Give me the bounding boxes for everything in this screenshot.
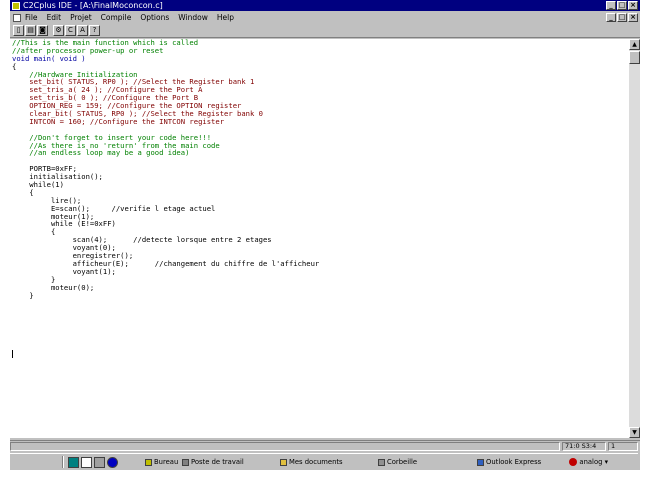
code-editor[interactable]: //This is the main function which is cal… <box>10 39 629 438</box>
code-line: } <box>12 274 56 284</box>
status-message <box>10 442 560 451</box>
code-line: initialisation(); <box>12 172 103 182</box>
scroll-thumb[interactable] <box>629 51 640 64</box>
task-label: Mes documents <box>289 458 343 466</box>
task-label: Poste de travail <box>191 458 244 466</box>
close-button[interactable]: × <box>628 1 638 10</box>
recycle-bin-icon <box>378 458 385 466</box>
a-button[interactable]: A <box>77 25 88 36</box>
scroll-down-icon[interactable]: ▼ <box>629 427 640 438</box>
code-line: PORTB=0xFF; <box>12 164 77 174</box>
show-desktop-icon[interactable] <box>68 456 79 468</box>
menu-bar: File Edit Projet Compile Options Window … <box>10 12 640 23</box>
window-title: C2Cplus IDE - [A:\FinalMoconcon.c] <box>23 0 163 10</box>
code-line: } <box>12 290 34 300</box>
window-controls: _ □ × <box>606 1 638 10</box>
vertical-scrollbar[interactable]: ▲ ▼ <box>629 39 640 438</box>
task-outlook-express[interactable]: Outlook Express <box>477 456 547 468</box>
edit-mode: 1 <box>608 442 638 451</box>
code-line: //after processor power-up or reset <box>12 45 164 55</box>
taskbar: Bureau Poste de travail Mes documents Co… <box>10 453 638 470</box>
task-my-computer[interactable]: Poste de travail <box>182 456 246 468</box>
task-label: Outlook Express <box>486 458 542 466</box>
menu-options[interactable]: Options <box>140 13 169 22</box>
menu-file[interactable]: File <box>25 13 38 22</box>
folder-icon <box>280 458 287 466</box>
tray-app-icon[interactable] <box>569 458 578 466</box>
desktop-icon <box>145 458 152 466</box>
task-recycle-bin[interactable]: Corbeille <box>378 456 433 468</box>
tray-label[interactable]: analog <box>579 458 602 466</box>
window-icon[interactable] <box>81 456 92 468</box>
open-file-icon[interactable]: ▤ <box>25 25 36 36</box>
task-label: Corbeille <box>387 458 418 466</box>
menu-help[interactable]: Help <box>217 13 234 22</box>
code-line: { <box>12 187 34 197</box>
build-tools: ⚙ C A ? <box>53 25 101 36</box>
save-file-icon[interactable]: ◙ <box>37 25 48 36</box>
menu-compile[interactable]: Compile <box>101 13 132 22</box>
task-my-documents[interactable]: Mes documents <box>280 456 350 468</box>
toolbar: ▯ ▤ ◙ ⚙ C A ? <box>10 24 640 38</box>
c-button[interactable]: C <box>65 25 76 36</box>
tray-chevron-icon[interactable]: ▾ <box>602 458 608 466</box>
code-line: INTCON = 160; //Configure the INTCON reg… <box>12 116 225 126</box>
cursor-position: 71:0 S3:4 <box>562 442 606 451</box>
status-bar: 71:0 S3:4 1 <box>10 440 640 451</box>
title-bar[interactable]: C2Cplus IDE - [A:\FinalMoconcon.c] _ □ × <box>10 0 640 11</box>
text-cursor <box>12 350 13 358</box>
code-line: while(1) <box>12 180 64 190</box>
code-line: E=scan(); //verifie l etage actuel <box>12 203 216 213</box>
code-text: //This is the main function which is cal… <box>10 39 629 299</box>
doc-close-button[interactable]: × <box>628 13 638 22</box>
browser-icon[interactable] <box>107 456 118 468</box>
document-icon[interactable] <box>13 13 21 22</box>
quick-launch <box>62 456 118 468</box>
maximize-button[interactable]: □ <box>617 1 627 10</box>
app-icon[interactable] <box>12 1 20 10</box>
system-tray: analog ▾ <box>569 456 608 468</box>
menu-edit[interactable]: Edit <box>47 13 62 22</box>
computer-icon <box>182 458 189 466</box>
minimize-button[interactable]: _ <box>606 1 616 10</box>
code-line: while (E!=0xFF) <box>12 219 116 229</box>
mail-icon <box>477 458 484 466</box>
task-desktop[interactable]: Bureau <box>145 456 180 468</box>
code-line: voyant(1); <box>12 266 116 276</box>
channel-icon[interactable] <box>94 456 105 468</box>
scroll-up-icon[interactable]: ▲ <box>629 39 640 50</box>
help-button[interactable]: ? <box>89 25 100 36</box>
doc-restore-button[interactable]: □ <box>617 13 627 22</box>
document-controls: _ □ × <box>606 13 638 22</box>
task-label: Bureau <box>154 458 179 466</box>
menu-window[interactable]: Window <box>178 13 208 22</box>
quick-launch-separator <box>62 456 64 468</box>
code-line: //an endless loop may be a good idea) <box>12 148 190 158</box>
doc-minimize-button[interactable]: _ <box>606 13 616 22</box>
file-tools: ▯ ▤ ◙ <box>13 25 49 36</box>
code-line: moteur(0); <box>12 282 95 292</box>
new-file-icon[interactable]: ▯ <box>13 25 24 36</box>
compile-icon[interactable]: ⚙ <box>53 25 64 36</box>
ide-window: C2Cplus IDE - [A:\FinalMoconcon.c] _ □ ×… <box>10 0 640 470</box>
menu-project[interactable]: Projet <box>70 13 92 22</box>
code-line: void main( void ) <box>12 53 86 63</box>
